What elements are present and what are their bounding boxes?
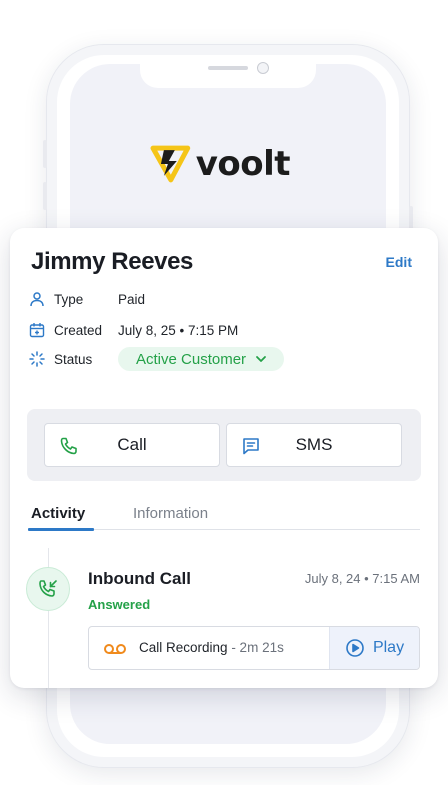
chevron-down-icon bbox=[256, 356, 266, 362]
phone-side-button bbox=[43, 182, 47, 210]
recording-duration: - 2m 21s bbox=[231, 640, 284, 655]
tab-bar: Activity Information bbox=[28, 502, 420, 531]
recording-title: Call Recording bbox=[139, 640, 228, 655]
activity-icon-badge bbox=[26, 567, 70, 611]
active-tab-indicator bbox=[28, 528, 94, 531]
field-created-label: Created bbox=[54, 322, 103, 338]
phone-speaker bbox=[208, 66, 248, 70]
contact-name: Jimmy Reeves bbox=[31, 248, 193, 275]
field-created: Created July 8, 25 • 7:15 PM bbox=[28, 319, 238, 341]
phone-icon bbox=[60, 437, 77, 455]
contact-card: Jimmy Reeves Edit Type Paid Created July… bbox=[10, 228, 438, 688]
user-icon bbox=[28, 290, 46, 308]
field-type-label: Type bbox=[54, 291, 84, 307]
field-type-value: Paid bbox=[118, 291, 146, 307]
incoming-call-icon bbox=[39, 580, 57, 597]
field-type: Type Paid bbox=[28, 288, 145, 310]
voolt-bolt-icon bbox=[150, 145, 191, 183]
recording-label: Call Recording - 2m 21s bbox=[139, 640, 284, 655]
activity-title: Inbound Call bbox=[88, 569, 191, 588]
field-created-value: July 8, 25 • 7:15 PM bbox=[118, 322, 239, 338]
tab-information[interactable]: Information bbox=[133, 505, 208, 522]
calendar-add-icon bbox=[28, 321, 46, 339]
play-icon bbox=[346, 639, 364, 657]
logo-text: voolt bbox=[195, 144, 291, 184]
status-value: Active Customer bbox=[136, 350, 247, 368]
play-label: Play bbox=[372, 639, 405, 656]
phone-camera bbox=[257, 62, 269, 74]
tab-activity[interactable]: Activity bbox=[31, 505, 85, 522]
phone-side-button bbox=[43, 140, 47, 168]
activity-status: Answered bbox=[88, 597, 151, 612]
field-status: Status Active Customer bbox=[28, 347, 285, 371]
voolt-logo: voolt bbox=[150, 144, 291, 184]
call-button[interactable]: Call bbox=[44, 423, 220, 467]
activity-time: July 8, 24 • 7:15 AM bbox=[304, 571, 420, 586]
action-bar: Call SMS bbox=[27, 409, 421, 481]
field-status-label: Status bbox=[54, 351, 93, 367]
status-dropdown[interactable]: Active Customer bbox=[118, 347, 285, 371]
message-icon bbox=[243, 438, 259, 455]
call-recording-row: Call Recording - 2m 21s Play bbox=[88, 626, 420, 670]
edit-button[interactable]: Edit bbox=[386, 254, 412, 270]
play-button[interactable]: Play bbox=[329, 627, 419, 669]
loading-status-icon bbox=[28, 350, 46, 368]
voicemail-icon bbox=[104, 644, 126, 654]
sms-button[interactable]: SMS bbox=[226, 423, 402, 467]
